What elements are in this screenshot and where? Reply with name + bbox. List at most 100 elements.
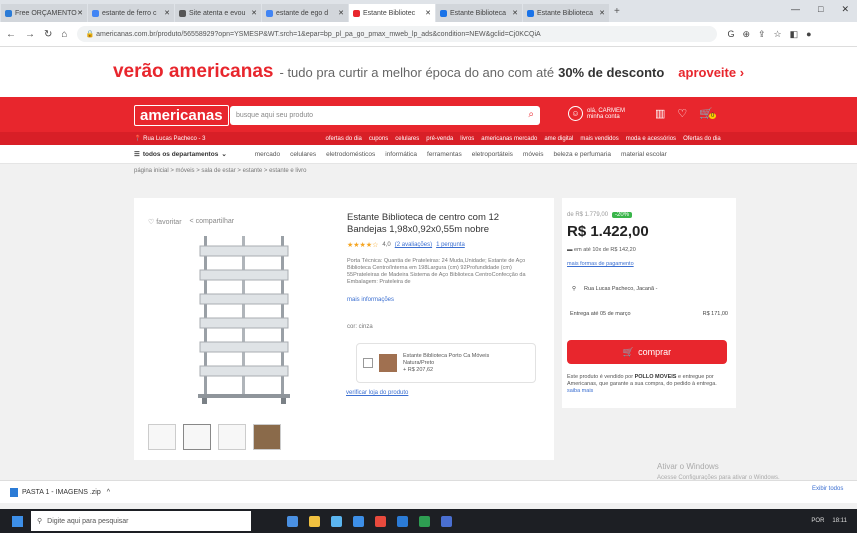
subnav-link[interactable]: moda e acessórios xyxy=(626,136,676,142)
close-tab-icon[interactable]: ✕ xyxy=(77,9,83,17)
reload-icon[interactable]: ↻ xyxy=(44,29,52,40)
site-logo[interactable]: americanas xyxy=(134,105,229,126)
subnav-link[interactable]: pré-venda xyxy=(426,136,453,142)
search-input[interactable]: busque aqui seu produto ⌕ xyxy=(230,106,540,125)
taskbar-app-icon[interactable] xyxy=(375,515,386,527)
browser-tab[interactable]: Free ORÇAMENTO ✕ xyxy=(1,4,87,22)
department-link[interactable]: informática xyxy=(385,151,417,158)
subnav-link[interactable]: ofertas do dia xyxy=(326,136,362,142)
close-tab-icon[interactable]: ✕ xyxy=(338,9,344,17)
thumbnail[interactable] xyxy=(183,424,211,450)
store-icon[interactable]: ▥ xyxy=(655,107,665,120)
buy-together-option[interactable]: Estante Biblioteca Porto Ca Móveis Natur… xyxy=(356,343,536,383)
payment-options-link[interactable]: mais formas de pagamento xyxy=(567,261,634,267)
new-tab-button[interactable]: + xyxy=(614,6,620,17)
buy-button[interactable]: 🛒 comprar xyxy=(567,340,727,364)
zoom-icon[interactable]: ⊕ xyxy=(742,29,750,40)
download-filename[interactable]: PASTA 1 - IMAGENS .zip xyxy=(22,489,101,496)
department-link[interactable]: mercado xyxy=(255,151,280,158)
learn-more-link[interactable]: saiba mais xyxy=(567,388,593,394)
product-image[interactable] xyxy=(192,232,296,408)
favorites-heart-icon[interactable]: ♡ xyxy=(677,107,687,120)
extension-icon[interactable]: ◧ xyxy=(790,29,799,40)
browser-tab[interactable]: Site atenta e evou ✕ xyxy=(175,4,261,22)
all-departments-menu[interactable]: ☰ todos os departamentos ⌄ xyxy=(134,150,227,159)
profile-icon[interactable]: ● xyxy=(806,29,811,40)
minimize-button[interactable]: — xyxy=(791,4,800,15)
department-link[interactable]: beleza e perfumaria xyxy=(554,151,611,158)
cart-icon[interactable]: 🛒0 xyxy=(699,107,717,120)
browser-tab[interactable]: estante de ego d ✕ xyxy=(262,4,348,22)
close-tab-icon[interactable]: ✕ xyxy=(512,9,518,17)
tab-favicon-icon xyxy=(92,9,99,17)
delivery-date: Entrega até 05 de março xyxy=(570,311,631,317)
department-link[interactable]: eletrodomésticos xyxy=(326,151,375,158)
close-tab-icon[interactable]: ✕ xyxy=(251,9,257,17)
google-icon[interactable]: G xyxy=(727,29,734,40)
breadcrumb[interactable]: página inicial > móveis > sala de estar … xyxy=(134,168,306,174)
promo-cta-link[interactable]: aproveite › xyxy=(678,65,744,80)
thumbnail[interactable] xyxy=(253,424,281,450)
subnav-link[interactable]: livros xyxy=(460,136,474,142)
home-icon[interactable]: ⌂ xyxy=(61,29,67,40)
url-input[interactable]: 🔒 americanas.com.br/produto/56558929?opn… xyxy=(77,26,718,42)
close-window-button[interactable]: ✕ xyxy=(841,4,849,15)
clock[interactable]: 18:11 xyxy=(832,518,847,524)
bookmark-star-icon[interactable]: ☆ xyxy=(774,29,782,40)
taskbar-app-icon[interactable] xyxy=(397,515,408,527)
search-icon[interactable]: ⌕ xyxy=(528,109,534,120)
department-link[interactable]: móveis xyxy=(523,151,544,158)
subnav-link[interactable]: Ofertas do dia xyxy=(683,136,721,142)
verify-store-link[interactable]: verificar loja do produto xyxy=(346,390,408,396)
download-chevron-icon[interactable]: ^ xyxy=(107,489,110,496)
language-indicator[interactable]: POR xyxy=(811,518,824,524)
promo-highlight: verão americanas xyxy=(112,61,274,82)
share-icon[interactable]: ⇪ xyxy=(758,29,766,40)
taskbar-app-icon[interactable] xyxy=(419,515,430,527)
kit-title: Estante Biblioteca Porto Ca Móveis xyxy=(403,352,490,359)
browser-tab[interactable]: Estante Bibliotec ✕ xyxy=(349,4,435,22)
taskbar-app-icon[interactable] xyxy=(441,515,452,527)
department-link[interactable]: celulares xyxy=(290,151,316,158)
close-tab-icon[interactable]: ✕ xyxy=(425,9,431,17)
promo-banner[interactable]: verão americanas - tudo pra curtir a mel… xyxy=(0,47,857,97)
question-link[interactable]: 1 pergunta xyxy=(436,242,465,248)
subnav-link[interactable]: ame digital xyxy=(544,136,573,142)
buy-together-checkbox[interactable] xyxy=(363,358,373,368)
share-button[interactable]: < compartilhar xyxy=(190,218,235,226)
maximize-button[interactable]: □ xyxy=(818,4,823,15)
taskbar-search-input[interactable]: ⚲ Digite aqui para pesquisar xyxy=(31,511,251,531)
department-link[interactable]: material escolar xyxy=(621,151,667,158)
browser-tab[interactable]: estante de ferro c ✕ xyxy=(88,4,174,22)
seller-name-link[interactable]: POLLO MOVEIS xyxy=(635,374,677,380)
browser-tab[interactable]: Estante Biblioteca ✕ xyxy=(436,4,522,22)
subnav-link[interactable]: mais vendidos xyxy=(580,136,618,142)
browser-tab[interactable]: Estante Biblioteca ✕ xyxy=(523,4,609,22)
department-link[interactable]: ferramentas xyxy=(427,151,462,158)
installments-text: em até 10x de R$ 142,20 xyxy=(574,247,636,253)
department-link[interactable]: eletroportáteis xyxy=(472,151,513,158)
show-all-downloads-link[interactable]: Exibir todos xyxy=(812,486,843,492)
taskbar-apps xyxy=(287,515,452,527)
browser-tab-bar: Free ORÇAMENTO ✕ estante de ferro c ✕ Site a… xyxy=(0,0,857,22)
taskbar-app-icon[interactable] xyxy=(287,515,298,527)
favorite-button[interactable]: ♡ favoritar xyxy=(148,218,182,226)
more-info-link[interactable]: mais informações xyxy=(347,297,394,303)
close-tab-icon[interactable]: ✕ xyxy=(599,9,605,17)
windows-start-icon[interactable] xyxy=(12,515,23,527)
subnav-link[interactable]: americanas mercado xyxy=(481,136,537,142)
taskbar-app-icon[interactable] xyxy=(331,515,342,527)
back-icon[interactable]: ← xyxy=(6,29,16,40)
thumbnail[interactable] xyxy=(218,424,246,450)
delivery-address[interactable]: ⚲ Rua Lucas Pacheco, Jacanã - xyxy=(572,286,657,292)
reviews-link[interactable]: (2 avaliações) xyxy=(395,242,432,248)
user-account[interactable]: ☺ olá, CARMEM minha conta xyxy=(568,106,625,121)
thumbnail[interactable] xyxy=(148,424,176,450)
subnav-link[interactable]: cupons xyxy=(369,136,388,142)
subnav-link[interactable]: celulares xyxy=(395,136,419,142)
forward-icon[interactable]: → xyxy=(25,29,35,40)
cep-location[interactable]: 📍 Rua Lucas Pacheco - 3 xyxy=(134,135,206,142)
taskbar-app-icon[interactable] xyxy=(353,515,364,527)
taskbar-app-icon[interactable] xyxy=(309,515,320,527)
close-tab-icon[interactable]: ✕ xyxy=(164,9,170,17)
